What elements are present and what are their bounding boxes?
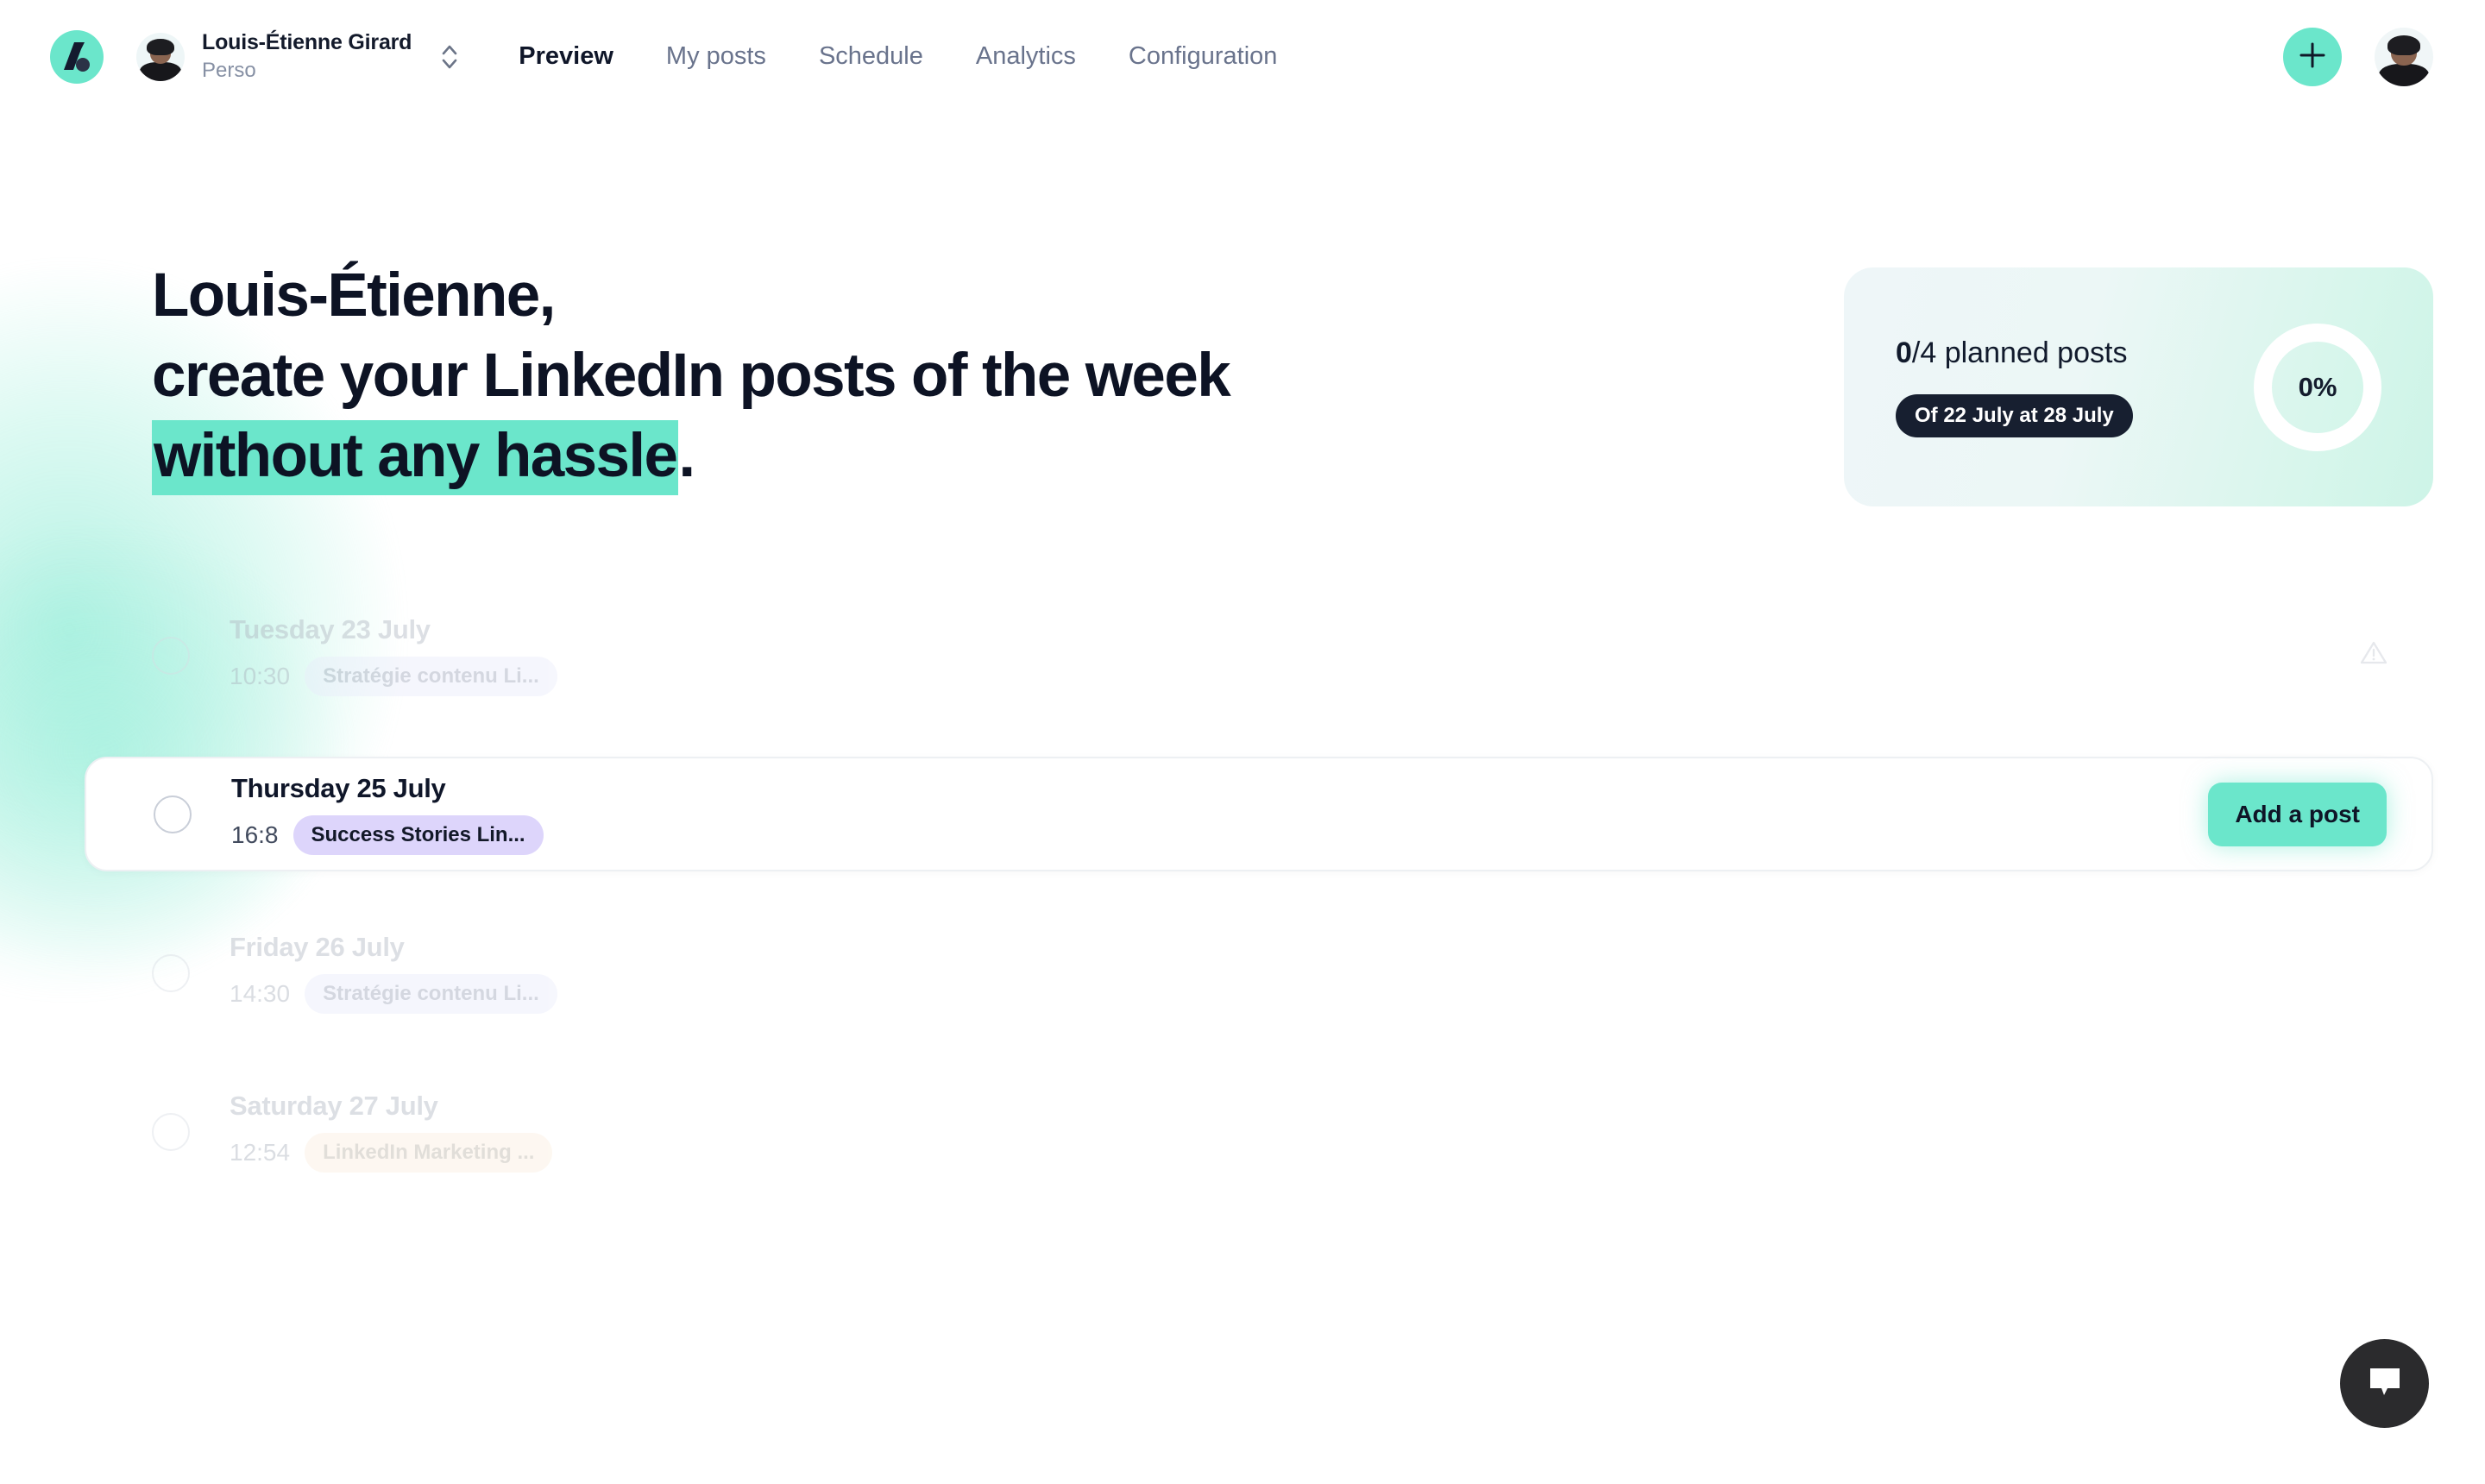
row-day-label: Tuesday 23 July	[230, 614, 431, 645]
headline-line-3: without any hassle.	[152, 420, 1230, 495]
schedule-list: Tuesday 23 July 10:30 Stratégie contenu …	[85, 598, 2433, 1189]
plus-icon	[2298, 41, 2327, 72]
user-avatar[interactable]	[2375, 27, 2433, 86]
row-body: Tuesday 23 July 10:30 Stratégie contenu …	[230, 614, 557, 696]
account-name: Louis-Étienne Girard	[202, 30, 412, 55]
row-time: 14:30	[230, 980, 291, 1007]
page-title: Louis-Étienne, create your LinkedIn post…	[152, 261, 1231, 495]
schedule-row-saturday[interactable]: Saturday 27 July 12:54 LinkedIn Marketin…	[152, 1074, 2433, 1189]
planned-posts-total: /4 planned posts	[1911, 336, 2128, 369]
create-button[interactable]	[2283, 27, 2342, 86]
schedule-row-tuesday[interactable]: Tuesday 23 July 10:30 Stratégie contenu …	[152, 598, 2433, 713]
chat-support-button[interactable]	[2340, 1339, 2429, 1428]
row-body: Thursday 25 July 16:8 Success Stories Li…	[231, 773, 544, 855]
progress-percent: 0%	[2298, 371, 2337, 402]
headline-line-1: Louis-Étienne,	[152, 261, 556, 330]
tab-analytics[interactable]: Analytics	[976, 42, 1076, 71]
progress-ring: 0%	[2254, 323, 2381, 451]
row-time: 12:54	[230, 1139, 291, 1166]
row-actions	[2359, 638, 2388, 672]
row-checkbox[interactable]	[152, 1112, 190, 1151]
chevron-up-down-icon[interactable]	[434, 37, 465, 77]
row-meta: 12:54 LinkedIn Marketing ...	[230, 1133, 553, 1173]
row-checkbox[interactable]	[154, 795, 192, 833]
schedule-row-thursday[interactable]: Thursday 25 July 16:8 Success Stories Li…	[85, 757, 2433, 871]
tab-schedule[interactable]: Schedule	[819, 42, 923, 71]
row-meta: 16:8 Success Stories Lin...	[231, 815, 544, 855]
tab-configuration[interactable]: Configuration	[1129, 42, 1278, 71]
chat-bubble-icon	[2367, 1365, 2403, 1402]
progress-card-left: 0/4 planned posts Of 22 July at 28 July	[1896, 336, 2133, 437]
row-topic-tag[interactable]: LinkedIn Marketing ...	[305, 1133, 553, 1173]
schedule-row-friday[interactable]: Friday 26 July 14:30 Stratégie contenu L…	[152, 915, 2433, 1030]
app-header: Louis-Étienne Girard Perso Preview My po…	[0, 0, 2485, 113]
app-page: Louis-Étienne Girard Perso Preview My po…	[0, 0, 2485, 1484]
row-time: 10:30	[230, 663, 291, 689]
row-checkbox[interactable]	[152, 953, 190, 992]
row-meta: 14:30 Stratégie contenu Li...	[230, 974, 557, 1014]
headline-line-2: create your LinkedIn posts of the week	[152, 342, 1231, 410]
row-topic-tag[interactable]: Stratégie contenu Li...	[305, 657, 557, 696]
add-post-button[interactable]: Add a post	[2208, 782, 2387, 846]
hero-section: Louis-Étienne, create your LinkedIn post…	[152, 265, 2433, 506]
account-text: Louis-Étienne Girard Perso	[202, 30, 412, 83]
row-checkbox[interactable]	[152, 636, 190, 675]
tab-preview[interactable]: Preview	[519, 42, 613, 71]
weekly-progress-card: 0/4 planned posts Of 22 July at 28 July …	[1844, 267, 2433, 506]
header-actions	[2283, 27, 2433, 86]
row-day-label: Thursday 25 July	[231, 773, 446, 803]
row-body: Saturday 27 July 12:54 LinkedIn Marketin…	[230, 1091, 553, 1173]
app-logo-icon[interactable]	[50, 29, 104, 84]
row-meta: 10:30 Stratégie contenu Li...	[230, 657, 557, 696]
headline-highlight: without any hassle	[152, 420, 679, 495]
row-time: 16:8	[231, 821, 279, 848]
row-topic-tag[interactable]: Stratégie contenu Li...	[305, 974, 557, 1014]
planned-posts-count: 0/4 planned posts	[1896, 336, 2127, 370]
account-avatar	[136, 32, 185, 81]
planned-posts-done: 0	[1896, 336, 1912, 369]
headline-period: .	[678, 422, 695, 490]
account-subtitle: Perso	[202, 58, 256, 82]
row-actions: Add a post	[2208, 782, 2387, 846]
main-content: Louis-Étienne, create your LinkedIn post…	[0, 265, 2485, 1189]
tab-my-posts[interactable]: My posts	[666, 42, 766, 71]
row-day-label: Saturday 27 July	[230, 1091, 438, 1121]
row-day-label: Friday 26 July	[230, 932, 405, 962]
account-switcher[interactable]: Louis-Étienne Girard Perso	[136, 30, 465, 83]
date-range-badge: Of 22 July at 28 July	[1896, 394, 2133, 437]
row-body: Friday 26 July 14:30 Stratégie contenu L…	[230, 932, 557, 1014]
warning-triangle-icon[interactable]	[2359, 638, 2388, 672]
row-topic-tag[interactable]: Success Stories Lin...	[293, 815, 544, 855]
main-nav: Preview My posts Schedule Analytics Conf…	[519, 42, 1277, 71]
